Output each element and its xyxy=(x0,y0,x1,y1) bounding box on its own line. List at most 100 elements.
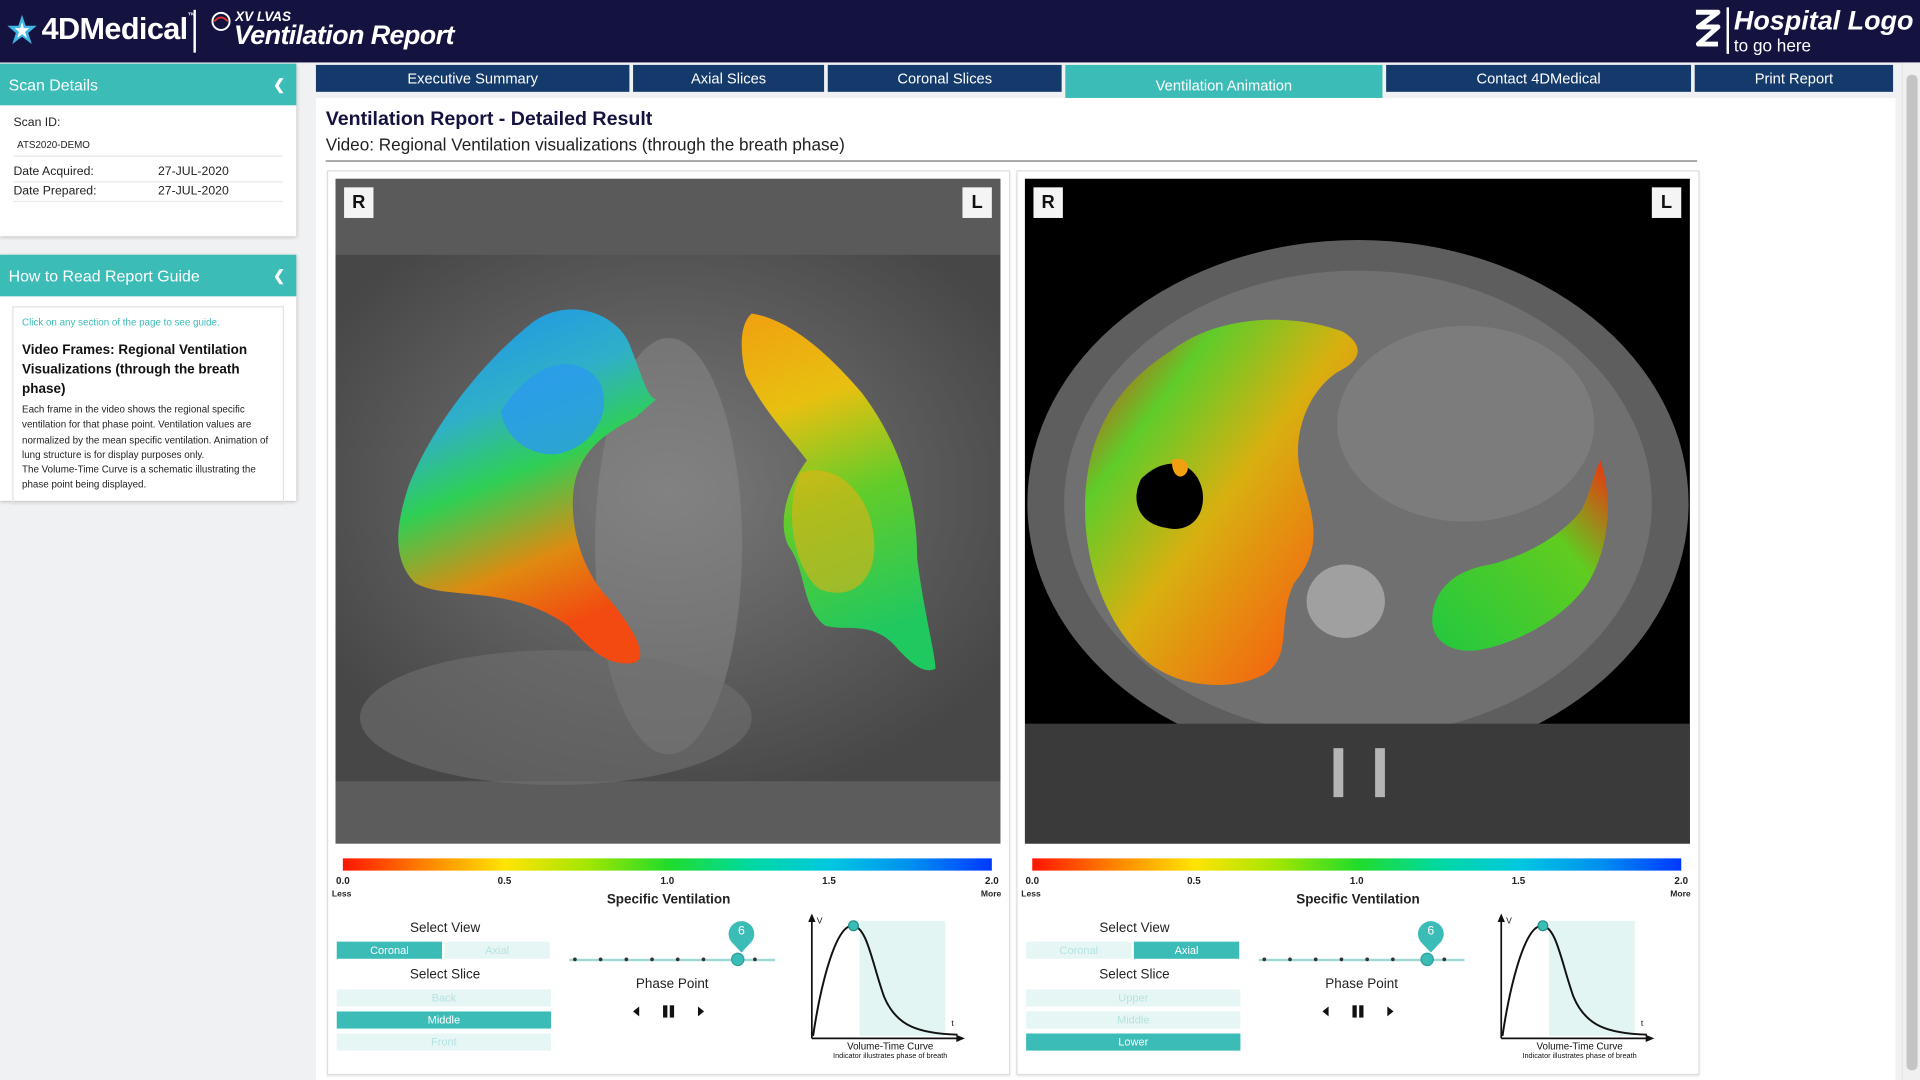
axis-arrow-icon xyxy=(808,913,816,923)
guide-hint: Click on any section of the page to see … xyxy=(22,317,220,329)
curve-axis-t: t xyxy=(951,1018,954,1028)
curve-subtitle: Indicator illustrates phase of breath xyxy=(1522,1053,1637,1061)
hospital-mark-icon xyxy=(1695,9,1721,47)
colorbar-tick: 0.0 xyxy=(1025,875,1040,887)
date-acquired-label: Date Acquired: xyxy=(13,165,94,179)
phase-indicator-region xyxy=(1548,920,1635,1036)
slider-step-dot xyxy=(573,957,577,962)
view-axial-button[interactable]: Axial xyxy=(1133,941,1240,959)
coronal-viewer-panel: R L 0.0 0.5 1.0 1.5 2.0 Less More Specif… xyxy=(326,170,1011,1076)
colorbar-tick: 2.0 xyxy=(1674,875,1689,887)
slider-step-dot xyxy=(1365,957,1369,962)
slice-front-button[interactable]: Front xyxy=(336,1033,552,1051)
report-guide-title: How to Read Report Guide xyxy=(8,266,200,285)
colorbar-tick: 0.0 xyxy=(336,875,350,887)
tab-coronal-slices[interactable]: Coronal Slices xyxy=(827,64,1062,92)
tab-axial-slices[interactable]: Axial Slices xyxy=(633,64,825,92)
pause-icon[interactable] xyxy=(661,1004,676,1019)
phase-point-slider[interactable] xyxy=(1258,952,1465,967)
guide-body: Each frame in the video shows the region… xyxy=(22,404,269,461)
collapse-chevron-icon[interactable]: ❮ xyxy=(273,267,285,284)
phase-indicator-region xyxy=(859,920,946,1036)
guide-content: Click on any section of the page to see … xyxy=(12,306,285,505)
slider-step-dot xyxy=(753,957,757,962)
brand-logo: 4DMedical™ xyxy=(7,12,196,48)
select-slice-label: Select Slice xyxy=(1099,967,1170,983)
phase-point-value: 6 xyxy=(738,924,745,938)
phase-point-slider[interactable] xyxy=(569,952,776,967)
scan-id-label: Scan ID: xyxy=(13,116,61,130)
phase-marker-dot xyxy=(847,920,859,932)
slider-step-dot xyxy=(675,957,680,962)
slider-step-dot xyxy=(598,957,603,962)
hospital-logo-divider xyxy=(1726,7,1729,54)
curve-axis-v: V xyxy=(817,915,823,925)
axial-scan-image: R L xyxy=(1024,178,1690,844)
page-title: Ventilation Report - Detailed Result xyxy=(325,108,653,130)
phase-point-value: 6 xyxy=(1427,924,1435,938)
select-view-label: Select View xyxy=(410,920,481,936)
view-coronal-button[interactable]: Coronal xyxy=(336,941,443,959)
axis-arrow-icon xyxy=(1645,1034,1655,1043)
orient-right-marker: R xyxy=(344,187,374,218)
colorbar-tick: 0.5 xyxy=(497,875,512,887)
phase-marker-dot xyxy=(1537,920,1549,932)
curve-title: Volume-Time Curve xyxy=(847,1040,934,1052)
report-guide-header[interactable]: How to Read Report Guide ❮ xyxy=(0,254,297,297)
view-coronal-button[interactable]: Coronal xyxy=(1026,941,1132,959)
slice-middle-button[interactable]: Middle xyxy=(1026,1011,1241,1029)
orient-left-marker: L xyxy=(1651,187,1682,218)
slice-lower-button[interactable]: Lower xyxy=(1026,1033,1241,1051)
hospital-logo-line2: to go here xyxy=(1733,35,1812,56)
curve-axis-v: V xyxy=(1506,915,1512,925)
tab-ventilation-animation[interactable]: Ventilation Animation xyxy=(1065,64,1383,100)
step-back-icon[interactable] xyxy=(629,1004,644,1019)
tab-print-report[interactable]: Print Report xyxy=(1694,64,1894,92)
slider-step-dot xyxy=(624,957,629,962)
main-content: Ventilation Report - Detailed Result Vid… xyxy=(315,97,1896,1080)
view-axial-button[interactable]: Axial xyxy=(444,941,550,959)
guide-body-2: The Volume-Time Curve is a schematic ill… xyxy=(22,464,256,491)
slice-back-button[interactable]: Back xyxy=(336,989,552,1007)
coronal-ventilation-map xyxy=(335,178,1001,844)
scan-details-panel: Scan Details ❮ Scan ID: ATS2020-DEMO Dat… xyxy=(0,63,297,237)
tab-executive-summary[interactable]: Executive Summary xyxy=(315,64,630,92)
colorbar-tick: 2.0 xyxy=(985,875,999,887)
colorbar-title: Specific Ventilation xyxy=(1296,892,1420,908)
colorbar-tick: 1.5 xyxy=(1511,875,1526,887)
scan-id-value: ATS2020-DEMO xyxy=(13,135,283,157)
app-header: 4DMedical™ XV LVAS Ventilation Report Ho… xyxy=(0,0,1920,63)
slider-step-dot xyxy=(1391,957,1395,962)
slice-middle-button[interactable]: Middle xyxy=(336,1011,552,1029)
page-scrollbar[interactable] xyxy=(1901,62,1920,1080)
slider-step-dot xyxy=(1442,957,1447,962)
axis-arrow-icon xyxy=(1497,913,1505,923)
coronal-scan-image: R L xyxy=(335,178,1001,844)
date-acquired-value: 27-JUL-2020 xyxy=(157,165,229,179)
slider-step-dot xyxy=(1313,957,1318,962)
curve-subtitle: Indicator illustrates phase of breath xyxy=(833,1053,948,1061)
scrollbar-thumb[interactable] xyxy=(1906,74,1918,1071)
slice-upper-button[interactable]: Upper xyxy=(1026,989,1241,1007)
colorbar-tick: 1.5 xyxy=(822,875,836,887)
colorbar-tick: 1.0 xyxy=(1349,875,1364,887)
axial-ventilation-map xyxy=(1024,178,1690,844)
slider-step-dot xyxy=(701,957,706,962)
date-acquired-row: Date Acquired: 27-JUL-2020 xyxy=(13,163,283,183)
step-back-icon[interactable] xyxy=(1319,1004,1334,1019)
collapse-chevron-icon[interactable]: ❮ xyxy=(273,76,285,93)
orient-right-marker: R xyxy=(1033,187,1063,218)
phase-point-label: Phase Point xyxy=(635,977,709,992)
product-title: Ventilation Report xyxy=(233,19,455,51)
slider-handle[interactable] xyxy=(731,952,745,967)
scan-details-title: Scan Details xyxy=(8,75,98,94)
volume-time-curve-chart: V t xyxy=(808,913,965,1043)
scan-details-header[interactable]: Scan Details ❮ xyxy=(0,63,297,106)
slider-handle[interactable] xyxy=(1420,952,1434,967)
colorbar-title: Specific Ventilation xyxy=(606,892,731,908)
slider-step-dot xyxy=(650,957,654,962)
step-forward-icon[interactable] xyxy=(693,1004,708,1019)
tab-contact-4dmedical[interactable]: Contact 4DMedical xyxy=(1386,64,1692,92)
pause-icon[interactable] xyxy=(1351,1004,1366,1019)
step-forward-icon[interactable] xyxy=(1382,1004,1397,1019)
